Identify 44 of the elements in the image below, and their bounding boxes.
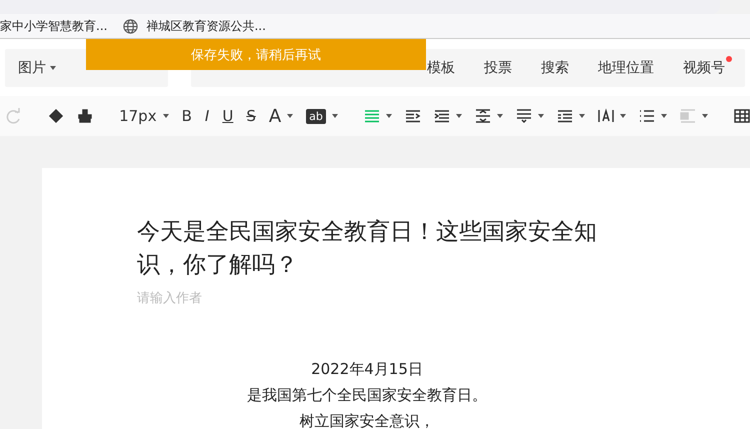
menu-item[interactable]: 图片 <box>18 58 56 76</box>
menu-item[interactable]: 地理位置 <box>598 58 654 76</box>
bookmark[interactable]: 禅城区教育资源公共... <box>146 18 266 34</box>
caret-icon <box>287 114 294 118</box>
indent2-button[interactable] <box>434 108 462 124</box>
menu-item[interactable]: 模板 <box>427 58 455 76</box>
caret-icon <box>578 114 585 118</box>
caret-icon <box>456 114 462 118</box>
caret-icon <box>496 114 503 118</box>
brush-button[interactable] <box>77 108 94 124</box>
bold-button[interactable]: B <box>182 107 192 125</box>
table-button[interactable] <box>734 108 750 124</box>
letterspace-button[interactable] <box>598 108 626 124</box>
strike-button[interactable]: S <box>246 107 256 125</box>
body-line: 2022年4月15日 <box>310 358 424 380</box>
author-field[interactable]: 请输入作者 <box>137 290 307 306</box>
caret-icon <box>702 114 708 118</box>
lineheight-button[interactable] <box>474 108 503 124</box>
caret-icon <box>660 114 667 118</box>
caret-icon <box>538 114 544 118</box>
article-title[interactable]: 今天是全民国家安全教育日！这些国家安全知识，你了解吗？ <box>137 216 637 283</box>
spacing-button[interactable] <box>516 108 544 124</box>
indent3-button[interactable] <box>556 108 585 124</box>
globe-icon <box>123 18 138 34</box>
menu-item[interactable]: 视频号 <box>683 58 732 76</box>
caret-icon <box>162 114 169 118</box>
font-size-select[interactable]: 17px <box>119 107 169 125</box>
glyph-button[interactable]: A <box>268 106 294 126</box>
body-line: 是我国第七个全民国家安全教育日。 <box>246 384 488 406</box>
underline-button[interactable]: U <box>222 107 234 125</box>
italic-button[interactable]: I <box>204 107 210 125</box>
body-line: 树立国家安全意识， <box>298 410 436 429</box>
eraser-button[interactable] <box>48 108 64 124</box>
caret-icon <box>386 114 392 118</box>
align-button[interactable] <box>364 108 392 124</box>
caret-icon <box>50 66 56 70</box>
indent-button[interactable] <box>404 108 421 124</box>
caret-icon <box>620 114 626 118</box>
caret-icon <box>332 114 338 118</box>
menu-item[interactable]: 投票 <box>484 58 512 76</box>
list-button[interactable] <box>638 108 667 124</box>
menu-item[interactable]: 搜索 <box>541 58 569 76</box>
bookmark[interactable]: 家中小学智慧教育... <box>0 18 108 34</box>
toast-message: 保存失败，请稍后再试 <box>86 39 426 70</box>
